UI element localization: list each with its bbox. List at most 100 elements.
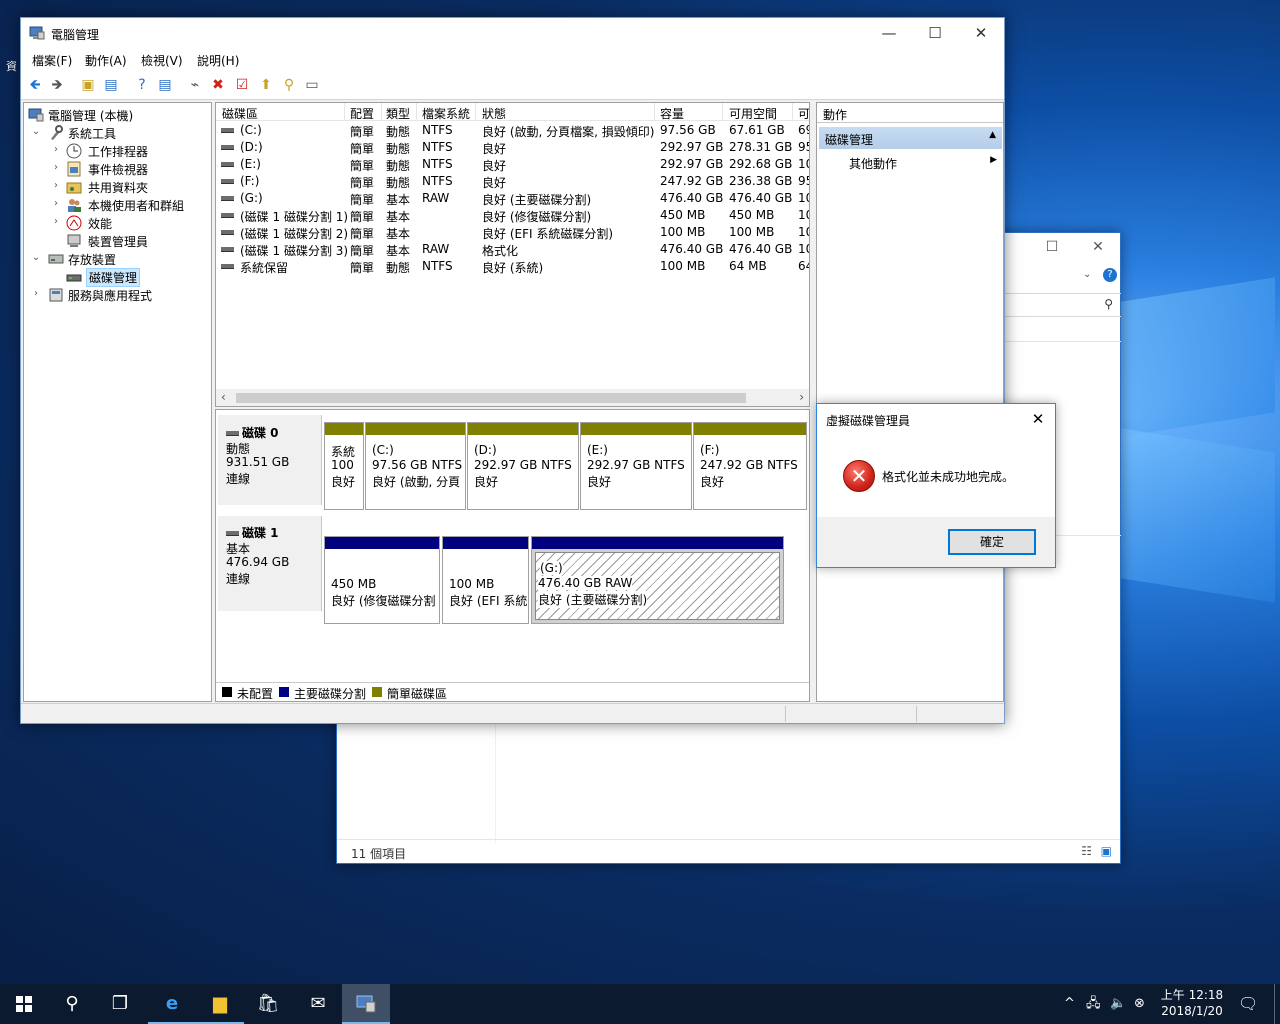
edge-icon[interactable]: e bbox=[148, 984, 196, 1024]
close-icon[interactable]: ✕ bbox=[958, 18, 1004, 49]
chevron-right-icon[interactable]: › bbox=[50, 144, 62, 155]
partition-g-selected[interactable]: (G:) 476.40 GB RAW 良好 (主要磁碟分割) bbox=[531, 536, 784, 624]
chevron-right-icon[interactable]: › bbox=[50, 216, 62, 227]
up-folder-icon[interactable]: ▣ bbox=[78, 76, 98, 95]
show-hide-tree-icon[interactable]: ▤ bbox=[101, 76, 121, 95]
partition-recovery[interactable]: 450 MB 良好 (修復磁碟分割 bbox=[324, 536, 440, 624]
task-view-icon[interactable]: ❐ bbox=[96, 984, 144, 1024]
table-row[interactable]: (磁碟 1 磁碟分割 2) 簡單 基本 良好 (EFI 系統磁碟分割) 100 MB 10… bbox=[216, 224, 809, 241]
partition-e[interactable]: (E:) 292.97 GB NTFS 良好 bbox=[580, 422, 692, 510]
table-cell: 簡單 bbox=[350, 193, 375, 207]
column-divider[interactable] bbox=[654, 103, 655, 121]
large-icons-view-icon[interactable]: ▣ bbox=[1101, 844, 1112, 858]
properties-icon[interactable]: ▤ bbox=[155, 76, 175, 95]
show-hidden-icons-icon[interactable]: ^ bbox=[1064, 984, 1075, 1024]
table-row[interactable]: 系統保留 簡單動態 NTFS 良好 (系統) 100 MB 64 MB 64 bbox=[216, 258, 809, 275]
partition-d[interactable]: (D:) 292.97 GB NTFS 良好 bbox=[467, 422, 579, 510]
partition-efi[interactable]: 100 MB 良好 (EFI 系統 bbox=[442, 536, 529, 624]
minimize-icon[interactable]: — bbox=[866, 18, 912, 49]
column-divider[interactable] bbox=[416, 103, 417, 121]
clock[interactable]: 上午 12:18 2018/1/20 bbox=[1152, 987, 1232, 1019]
table-row[interactable]: (D:) 簡單動態 NTFS 良好 292.97 GB 278.31 GB 95 bbox=[216, 139, 809, 156]
desktop-icon-label[interactable]: 資 bbox=[6, 58, 17, 74]
delete-icon[interactable]: ✖ bbox=[208, 76, 228, 95]
chevron-down-icon[interactable]: ⌄ bbox=[1083, 269, 1091, 280]
chevron-right-icon[interactable]: › bbox=[50, 180, 62, 191]
details-view-icon[interactable]: ☷ bbox=[1081, 844, 1092, 858]
simple-volume-bar bbox=[581, 423, 691, 435]
column-header[interactable]: 配置 bbox=[350, 105, 374, 122]
disk-1-label[interactable]: 磁碟 1 基本 476.94 GB 連線 bbox=[218, 516, 322, 611]
table-row[interactable]: (G:) 簡單 基本 RAW 良好 (主要磁碟分割) 476.40 GB 476.40 GB… bbox=[216, 190, 809, 207]
chevron-right-icon[interactable]: › bbox=[50, 162, 62, 173]
view-icon[interactable]: ▭ bbox=[302, 76, 322, 95]
column-header[interactable]: 類型 bbox=[386, 105, 410, 122]
table-row[interactable]: (F:) 簡單動態 NTFS 良好 247.92 GB 236.38 GB 95 bbox=[216, 173, 809, 190]
column-divider[interactable] bbox=[381, 103, 382, 121]
notification-off-icon[interactable]: ⊗ bbox=[1134, 984, 1145, 1024]
disk-0-label[interactable]: 磁碟 0 動態 931.51 GB 連線 bbox=[218, 415, 322, 505]
menu-help[interactable]: 說明(H) bbox=[197, 52, 239, 69]
column-header[interactable]: 可 bbox=[798, 105, 809, 122]
menu-action[interactable]: 動作(A) bbox=[85, 52, 127, 69]
search-input[interactable]: ⚲ bbox=[1001, 293, 1121, 317]
error-dialog[interactable]: 虛擬磁碟管理員 ✕ ✕ 格式化並未成功地完成。 確定 bbox=[816, 403, 1056, 568]
more-actions-item[interactable]: 其他動作 bbox=[849, 155, 897, 172]
submenu-arrow-icon: ▶ bbox=[990, 155, 997, 165]
table-row[interactable]: (磁碟 1 磁碟分割 3) 簡單 基本 RAW 格式化 476.40 GB 476.40 G… bbox=[216, 241, 809, 258]
column-header[interactable]: 磁碟區 bbox=[222, 105, 258, 122]
maximize-icon[interactable]: ☐ bbox=[1037, 239, 1067, 255]
table-row[interactable]: (C:) 簡單 動態 NTFS 良好 (啟動, 分頁檔案, 損毀傾印) 97.56 GB 6… bbox=[216, 122, 809, 139]
partition-f[interactable]: (F:) 247.92 GB NTFS 良好 bbox=[693, 422, 807, 510]
column-header[interactable]: 檔案系統 bbox=[422, 105, 470, 122]
column-divider[interactable] bbox=[792, 103, 793, 121]
connect-icon[interactable]: ⌁ bbox=[185, 76, 205, 95]
maximize-icon[interactable]: ☐ bbox=[912, 18, 958, 49]
network-icon[interactable]: 🖧 bbox=[1086, 984, 1101, 1024]
close-icon[interactable]: ✕ bbox=[1023, 406, 1053, 432]
partition-c[interactable]: (C:) 97.56 GB NTFS 良好 (啟動, 分頁 bbox=[365, 422, 466, 510]
forward-icon[interactable]: 🡺 bbox=[47, 76, 67, 95]
open-icon[interactable]: ⬆ bbox=[256, 76, 276, 95]
help-icon[interactable]: ? bbox=[1103, 268, 1117, 282]
horizontal-scrollbar[interactable]: ‹ › bbox=[216, 389, 809, 406]
chevron-down-icon[interactable]: ⌄ bbox=[30, 252, 42, 263]
computer-management-window[interactable]: 電腦管理 — ☐ ✕ 檔案(F) 動作(A) 檢視(V) 說明(H) 🡸 🡺 ▣… bbox=[20, 17, 1005, 724]
action-center-icon[interactable]: 🗨 bbox=[1238, 984, 1258, 1024]
legend-label: 主要磁碟分割 bbox=[294, 687, 367, 701]
scroll-left-icon[interactable]: ‹ bbox=[221, 390, 226, 404]
menu-file[interactable]: 檔案(F) bbox=[32, 52, 72, 69]
column-divider[interactable] bbox=[722, 103, 723, 121]
mail-icon[interactable]: ✉ bbox=[294, 984, 342, 1024]
close-icon[interactable]: ✕ bbox=[1083, 239, 1113, 255]
store-icon[interactable]: 🛍 bbox=[244, 984, 292, 1024]
computer-management-taskbar-icon[interactable] bbox=[342, 984, 390, 1024]
show-desktop-button[interactable] bbox=[1274, 984, 1280, 1024]
file-explorer-icon[interactable]: ▆ bbox=[196, 984, 244, 1024]
scroll-thumb[interactable] bbox=[236, 393, 746, 403]
check-icon[interactable]: ☑ bbox=[232, 76, 252, 95]
column-header[interactable]: 可用空間 bbox=[729, 105, 777, 122]
table-row[interactable]: (E:) 簡單動態 NTFS 良好 292.97 GB 292.68 GB 10 bbox=[216, 156, 809, 173]
search-icon[interactable]: ⚲ bbox=[48, 984, 96, 1024]
chevron-right-icon[interactable]: › bbox=[50, 198, 62, 209]
column-divider[interactable] bbox=[344, 103, 345, 121]
search-icon[interactable]: ⚲ bbox=[279, 76, 299, 95]
column-header[interactable]: 狀態 bbox=[482, 105, 506, 122]
chevron-right-icon[interactable]: › bbox=[30, 288, 42, 299]
start-icon[interactable] bbox=[0, 984, 48, 1024]
chevron-down-icon[interactable]: ⌄ bbox=[30, 126, 42, 137]
scroll-right-icon[interactable]: › bbox=[799, 390, 804, 404]
partition-system-reserved[interactable]: 系統 100 良好 bbox=[324, 422, 364, 510]
column-header[interactable]: 容量 bbox=[660, 105, 684, 122]
back-icon[interactable]: 🡸 bbox=[25, 76, 45, 95]
menu-view[interactable]: 檢視(V) bbox=[141, 52, 183, 69]
volume-icon[interactable]: 🔈 bbox=[1110, 984, 1126, 1024]
table-row[interactable]: (磁碟 1 磁碟分割 1) 簡單 基本 良好 (修復磁碟分割) 450 MB 450 MB… bbox=[216, 207, 809, 224]
ok-button[interactable]: 確定 bbox=[948, 529, 1036, 555]
collapse-icon[interactable]: ▲ bbox=[989, 130, 996, 140]
column-divider[interactable] bbox=[475, 103, 476, 121]
disk-graphical-view: 磁碟 0 動態 931.51 GB 連線 系統 100 良好 (C:) 97.5… bbox=[215, 409, 810, 702]
actions-section-disk-management[interactable]: 磁碟管理 ▲ bbox=[819, 127, 1002, 149]
help-icon[interactable]: ? bbox=[132, 76, 152, 95]
